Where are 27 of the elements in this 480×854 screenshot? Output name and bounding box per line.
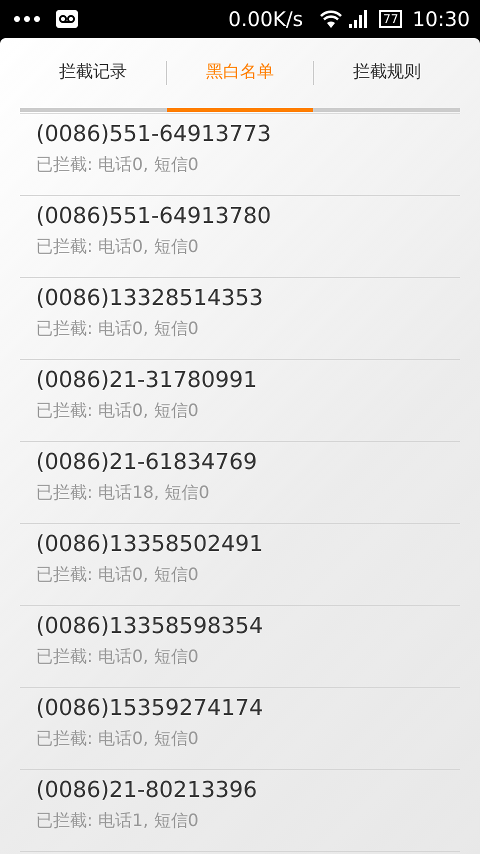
tab[interactable]: 拦截规则 bbox=[314, 38, 460, 108]
phone-number: (0086)551-64913780 bbox=[36, 203, 272, 231]
blocked-count: 已拦截: 电话1, 短信0 bbox=[36, 810, 200, 833]
phone-number: (0086)21-31780991 bbox=[36, 367, 258, 395]
blocked-count: 已拦截: 电话0, 短信0 bbox=[36, 236, 200, 259]
phone-number: (0086)21-80213396 bbox=[36, 777, 258, 805]
blocked-count: 已拦截: 电话0, 短信0 bbox=[36, 154, 200, 177]
phone-number: (0086)13358598354 bbox=[36, 613, 264, 641]
phone-number: (0086)13358502491 bbox=[36, 531, 264, 559]
blocked-count: 已拦截: 电话0, 短信0 bbox=[36, 646, 200, 669]
blocked-count: 已拦截: 电话0, 短信0 bbox=[36, 400, 200, 423]
more-icon bbox=[14, 16, 40, 22]
blocked-count: 已拦截: 电话0, 短信0 bbox=[36, 318, 200, 341]
phone-number: (0086)15359274174 bbox=[36, 695, 264, 723]
phone-number: (0086)21-61834769 bbox=[36, 449, 258, 477]
clock: 10:30 bbox=[412, 6, 470, 33]
voicemail-icon bbox=[56, 10, 78, 28]
phone-number: (0086)551-64913773 bbox=[36, 121, 272, 149]
phone-number: (0086)13328514353 bbox=[36, 285, 264, 313]
blocked-count: 已拦截: 电话18, 短信0 bbox=[36, 482, 210, 505]
blocked-count: 已拦截: 电话0, 短信0 bbox=[36, 564, 200, 587]
signal-icon bbox=[349, 10, 370, 28]
wifi-icon bbox=[319, 10, 344, 28]
battery-level: 77 bbox=[379, 10, 402, 28]
tab[interactable]: 拦截记录 bbox=[20, 38, 166, 108]
network-speed: 0.00K/s bbox=[228, 6, 304, 33]
blocked-count: 已拦截: 电话0, 短信0 bbox=[36, 728, 200, 751]
